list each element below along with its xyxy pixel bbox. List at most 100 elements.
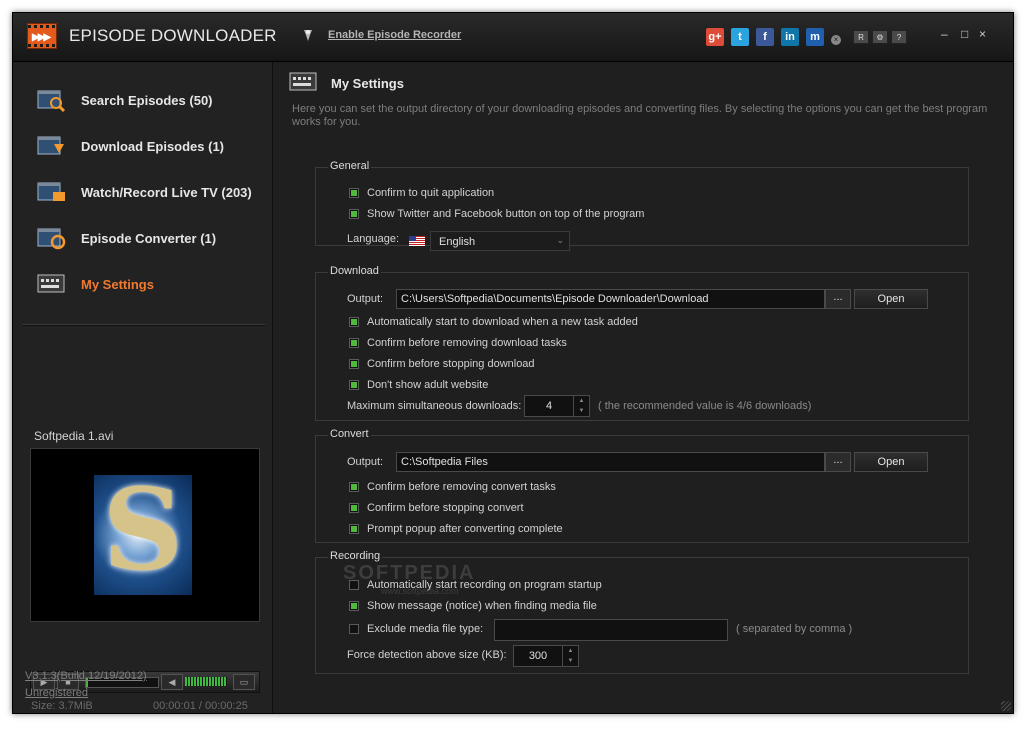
- confirm-stop-download-checkbox[interactable]: [349, 359, 359, 369]
- chevron-up-icon[interactable]: ▲: [562, 646, 578, 656]
- download-output-field[interactable]: C:\Users\Softpedia\Documents\Episode Dow…: [396, 289, 825, 309]
- convert-output-label: Output:: [347, 456, 384, 468]
- gear-icon[interactable]: ⚙: [872, 30, 888, 44]
- live-tv-icon: [37, 182, 65, 201]
- preview-thumbnail: S: [94, 471, 192, 595]
- no-adult-checkbox[interactable]: [349, 380, 359, 390]
- general-group: [315, 167, 969, 246]
- minimize-button[interactable]: –: [941, 27, 948, 41]
- linkedin-icon[interactable]: in: [781, 28, 799, 46]
- preview-filename: Softpedia 1.avi: [34, 429, 114, 443]
- convert-open-button[interactable]: Open: [854, 452, 928, 472]
- app-window: ▶▶▶ EPISODE DOWNLOADER Enable Episode Re…: [12, 12, 1014, 714]
- close-social-icon[interactable]: ×: [831, 35, 841, 45]
- checkbox-label: Show message (notice) when finding media…: [367, 600, 597, 612]
- sidebar-item-converter[interactable]: Episode Converter (1): [23, 216, 261, 260]
- twitter-icon[interactable]: t: [731, 28, 749, 46]
- exclude-type-label: Exclude media file type:: [367, 623, 484, 635]
- watermark-url: www.softpedia.com: [381, 586, 459, 596]
- checkbox-label: Confirm before stopping convert: [367, 502, 524, 514]
- watermark: SOFTPEDIA: [343, 562, 476, 584]
- settings-panel: My Settings Here you can set the output …: [273, 62, 1013, 713]
- sidebar-item-label: My Settings: [81, 277, 154, 292]
- language-select[interactable]: English ⌄: [430, 231, 570, 251]
- download-output-label: Output:: [347, 293, 384, 305]
- page-title: My Settings: [331, 76, 404, 91]
- title-bar: ▶▶▶ EPISODE DOWNLOADER Enable Episode Re…: [13, 13, 1013, 62]
- auto-start-download-checkbox[interactable]: [349, 317, 359, 327]
- checkbox-label: Don't show adult website: [367, 379, 489, 391]
- convert-output-field[interactable]: C:\Softpedia Files: [396, 452, 825, 472]
- app-title: EPISODE DOWNLOADER: [69, 26, 277, 45]
- max-downloads-stepper[interactable]: 4 ▲ ▼: [524, 395, 590, 417]
- fullscreen-icon[interactable]: ▭: [233, 674, 255, 690]
- unregistered-link[interactable]: Unregistered: [25, 687, 88, 699]
- sidebar: Search Episodes (50) Download Episodes (…: [13, 62, 273, 713]
- version-link[interactable]: V3.1.3(Build 12/19/2012): [25, 670, 147, 682]
- settings-icon: [289, 72, 317, 91]
- sidebar-item-label: Download Episodes (1): [81, 139, 225, 154]
- max-downloads-label: Maximum simultaneous downloads:: [347, 400, 522, 412]
- sidebar-item-live-tv[interactable]: Watch/Record Live TV (203): [23, 170, 261, 214]
- checkbox-label: Confirm before removing convert tasks: [367, 481, 556, 493]
- checkbox-label: Show Twitter and Facebook button on top …: [367, 208, 645, 220]
- chevron-down-icon[interactable]: ▼: [573, 406, 589, 416]
- maximize-button[interactable]: □: [961, 27, 968, 41]
- confirm-remove-download-checkbox[interactable]: [349, 338, 359, 348]
- max-downloads-hint: ( the recommended value is 4/6 downloads…: [598, 400, 812, 412]
- help-icon[interactable]: ?: [891, 30, 907, 44]
- google-plus-icon[interactable]: g+: [706, 28, 724, 46]
- prompt-popup-checkbox[interactable]: [349, 524, 359, 534]
- sidebar-item-label: Episode Converter (1): [81, 231, 217, 246]
- speaker-icon[interactable]: ◀: [161, 674, 183, 690]
- checkbox-label: Prompt popup after converting complete: [367, 523, 563, 535]
- volume-slider[interactable]: [185, 677, 227, 686]
- download-episodes-icon: [37, 136, 64, 155]
- show-social-checkbox[interactable]: [349, 209, 359, 219]
- sidebar-item-label: Watch/Record Live TV (203): [81, 185, 252, 200]
- sidebar-item-settings[interactable]: My Settings: [23, 262, 261, 306]
- show-message-checkbox[interactable]: [349, 601, 359, 611]
- download-open-button[interactable]: Open: [854, 289, 928, 309]
- confirm-stop-convert-checkbox[interactable]: [349, 503, 359, 513]
- recording-group-title: Recording: [328, 550, 383, 562]
- checkbox-label: Confirm to quit application: [367, 187, 495, 199]
- sidebar-item-label: Search Episodes (50): [81, 93, 213, 108]
- sidebar-divider: [22, 324, 265, 326]
- convert-group-title: Convert: [328, 428, 371, 440]
- enable-recorder-link[interactable]: Enable Episode Recorder: [328, 29, 461, 41]
- force-detection-label: Force detection above size (KB):: [347, 649, 507, 661]
- sidebar-item-search-episodes[interactable]: Search Episodes (50): [23, 78, 261, 122]
- settings-description: Here you can set the output directory of…: [292, 103, 988, 128]
- convert-browse-button[interactable]: ...: [825, 452, 851, 472]
- sidebar-item-download-episodes[interactable]: Download Episodes (1): [23, 124, 261, 168]
- download-group-title: Download: [328, 265, 381, 277]
- facebook-icon[interactable]: f: [756, 28, 774, 46]
- search-episodes-icon: [37, 90, 66, 112]
- language-label: Language:: [347, 233, 399, 245]
- myspace-icon[interactable]: m: [806, 28, 824, 46]
- checkbox-label: Confirm before stopping download: [367, 358, 535, 370]
- confirm-quit-checkbox[interactable]: [349, 188, 359, 198]
- force-detection-stepper[interactable]: 300 ▲ ▼: [513, 645, 579, 667]
- video-preview[interactable]: S: [30, 448, 260, 622]
- softpedia-logo: S: [102, 465, 184, 596]
- checkbox-label: Confirm before removing download tasks: [367, 337, 567, 349]
- file-size: Size: 3.7MiB: [31, 700, 93, 712]
- confirm-remove-convert-checkbox[interactable]: [349, 482, 359, 492]
- download-browse-button[interactable]: ...: [825, 289, 851, 309]
- exclude-type-checkbox[interactable]: [349, 624, 359, 634]
- register-icon[interactable]: R: [853, 30, 869, 44]
- chevron-up-icon[interactable]: ▲: [573, 396, 589, 406]
- converter-icon: [37, 228, 66, 250]
- chevron-down-icon[interactable]: ▼: [562, 656, 578, 666]
- recorder-icon: [304, 30, 312, 41]
- exclude-type-field[interactable]: [494, 619, 728, 641]
- chevron-down-icon: ⌄: [556, 235, 564, 245]
- general-group-title: General: [328, 160, 372, 172]
- resize-grip[interactable]: [1001, 701, 1011, 711]
- checkbox-label: Automatically start to download when a n…: [367, 316, 638, 328]
- playback-time: 00:00:01 / 00:00:25: [153, 700, 248, 712]
- close-button[interactable]: ×: [979, 27, 986, 41]
- us-flag-icon: [409, 236, 425, 246]
